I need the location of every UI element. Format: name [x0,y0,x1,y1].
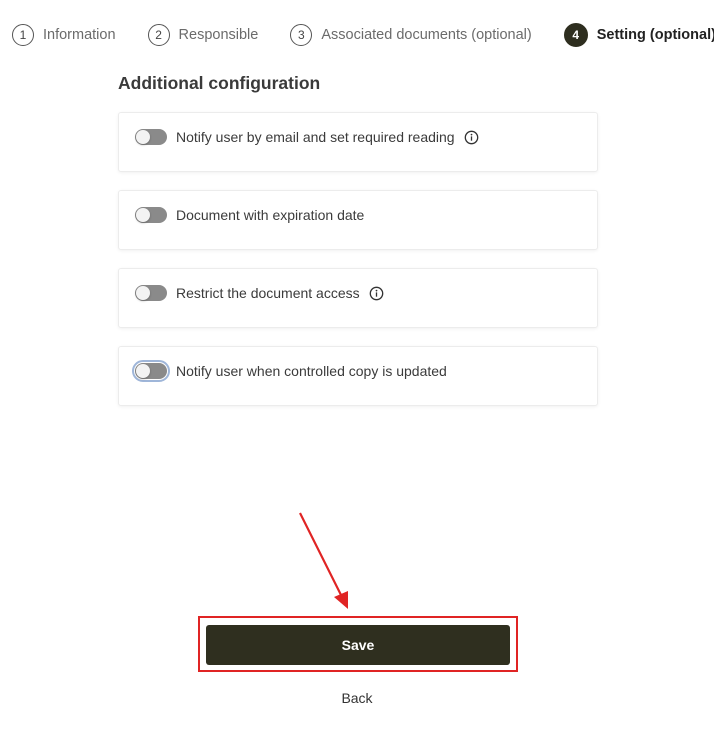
step-number: 3 [290,24,313,46]
step-responsible[interactable]: 2 Responsible [147,24,259,46]
option-row: Notify user when controlled copy is upda… [132,360,447,382]
step-label: Associated documents (optional) [321,27,532,43]
back-link-container: Back [0,690,714,706]
info-icon-svg [464,130,478,144]
back-button[interactable]: Back [341,690,372,706]
option-label: Notify user when controlled copy is upda… [176,363,447,379]
controlled-copy-toggle[interactable] [132,360,170,382]
page: 1 Information 2 Responsible 3 Associated… [0,0,714,732]
option-card-controlled-copy: Notify user when controlled copy is upda… [118,346,598,406]
option-label: Restrict the document access [176,285,360,301]
option-label: Document with expiration date [176,207,365,223]
toggle-knob [136,130,150,144]
option-label: Notify user by email and set required re… [176,129,455,145]
info-icon-svg [369,286,383,300]
option-card-expiration-date: Document with expiration date [118,190,598,250]
step-label: Responsible [178,27,259,43]
step-label: Setting (optional) [596,27,714,43]
option-row: Notify user by email and set required re… [135,129,479,145]
notify-email-toggle[interactable] [135,129,167,145]
expiration-date-toggle[interactable] [135,207,167,223]
step-number: 4 [563,23,588,47]
info-icon[interactable] [464,130,479,145]
annotation-arrow-icon [299,512,348,609]
step-label: Information [43,27,116,43]
info-icon[interactable] [369,286,384,301]
step-setting[interactable]: 4 Setting (optional) [563,23,714,47]
step-number: 1 [12,24,34,46]
step-associated-documents[interactable]: 3 Associated documents (optional) [290,24,532,46]
step-number: 2 [147,24,170,46]
section-title: Additional configuration [118,73,321,93]
toggle-knob [136,208,150,222]
step-information[interactable]: 1 Information [12,24,116,46]
toggle-knob [136,364,150,378]
option-row: Document with expiration date [135,207,364,223]
option-card-notify-email: Notify user by email and set required re… [118,112,598,172]
toggle-knob [136,286,150,300]
restrict-access-toggle[interactable] [135,285,167,301]
option-row: Restrict the document access [135,285,384,301]
stepper: 1 Information 2 Responsible 3 Associated… [12,22,714,48]
option-card-restrict-access: Restrict the document access [118,268,598,328]
save-button[interactable]: Save [206,625,510,665]
